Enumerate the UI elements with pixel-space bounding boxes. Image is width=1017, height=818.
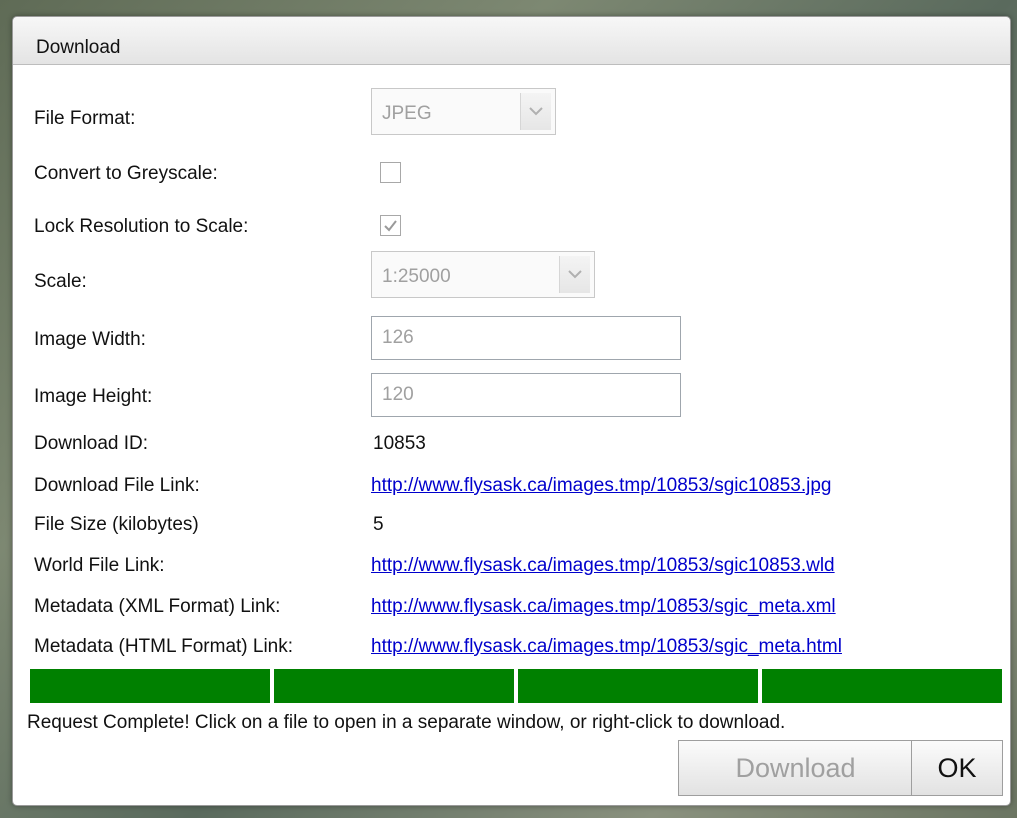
download-file-link[interactable]: http://www.flysask.ca/images.tmp/10853/s…: [371, 475, 831, 497]
progress-segment: [274, 669, 514, 703]
status-message: Request Complete! Click on a file to ope…: [27, 712, 786, 733]
download-id-label: Download ID:: [34, 433, 149, 454]
file-format-select[interactable]: JPEG: [371, 88, 556, 135]
dialog-titlebar[interactable]: Download: [13, 17, 1010, 65]
world-file-link[interactable]: http://www.flysask.ca/images.tmp/10853/s…: [371, 555, 835, 577]
image-height-input[interactable]: [371, 373, 681, 417]
download-dialog: Download File Format: JPEG Convert to Gr…: [12, 16, 1011, 806]
scale-label: Scale:: [34, 271, 87, 292]
file-size-label: File Size (kilobytes): [34, 514, 199, 535]
file-format-value: JPEG: [382, 103, 432, 124]
greyscale-checkbox[interactable]: [380, 162, 401, 183]
scale-select[interactable]: 1:25000: [371, 251, 595, 298]
greyscale-label: Convert to Greyscale:: [34, 163, 218, 184]
world-file-link-label: World File Link:: [34, 555, 165, 576]
lock-resolution-checkbox[interactable]: [380, 215, 401, 236]
chevron-down-icon[interactable]: [520, 93, 551, 130]
metadata-xml-label: Metadata (XML Format) Link:: [34, 596, 281, 617]
lock-resolution-label: Lock Resolution to Scale:: [34, 216, 249, 237]
image-height-label: Image Height:: [34, 386, 153, 407]
chevron-down-icon[interactable]: [559, 256, 590, 293]
download-id-value: 10853: [373, 433, 426, 454]
metadata-xml-link[interactable]: http://www.flysask.ca/images.tmp/10853/s…: [371, 596, 836, 618]
progress-segment: [762, 669, 1002, 703]
file-size-value: 5: [373, 514, 384, 535]
image-width-label: Image Width:: [34, 329, 146, 350]
progress-bar: [30, 669, 1002, 703]
file-format-label: File Format:: [34, 108, 136, 129]
download-button[interactable]: Download: [678, 740, 913, 796]
metadata-html-label: Metadata (HTML Format) Link:: [34, 636, 294, 657]
dialog-title: Download: [36, 37, 121, 58]
download-file-link-label: Download File Link:: [34, 475, 200, 496]
image-width-input[interactable]: [371, 316, 681, 360]
scale-value: 1:25000: [382, 266, 451, 287]
progress-segment: [518, 669, 758, 703]
metadata-html-link[interactable]: http://www.flysask.ca/images.tmp/10853/s…: [371, 636, 842, 658]
progress-segment: [30, 669, 270, 703]
ok-button[interactable]: OK: [911, 740, 1003, 796]
checkmark-icon: [384, 220, 397, 232]
